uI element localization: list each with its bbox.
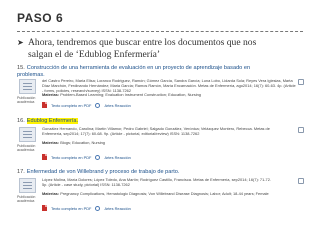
title-divider [17,31,303,32]
pdf-icon [42,154,47,160]
search-icon [95,205,101,211]
arrow-bullet-icon: ➤ [17,38,24,47]
slide-title: PASO 6 [17,11,64,25]
related-link[interactable]: Artes Reacción [104,155,130,160]
add-to-folder-icon[interactable] [298,79,304,85]
add-to-folder-icon[interactable] [298,178,304,184]
result-links: Texto completo en PDF Artes Reacción [42,205,131,211]
full-text-pdf-link[interactable]: Texto completo en PDF [51,206,91,211]
full-text-pdf-link[interactable]: Texto completo en PDF [51,155,91,160]
publication-thumbnail-icon [19,127,36,142]
publication-type-label: Publicación académica [17,195,36,204]
publication-type-label: Publicación académica [17,144,36,153]
result-links: Texto completo en PDF Artes Reacción [42,102,131,108]
pdf-icon [42,102,47,108]
result-details: González Hernando, Carolina; Martín Vill… [42,126,270,146]
publication-type-label: Publicación académica [17,96,36,105]
bullet-line-1: Ahora, tendremos que buscar entre los do… [28,37,257,48]
full-text-pdf-link[interactable]: Texto completo en PDF [51,103,91,108]
publication-thumbnail-icon [19,79,36,94]
add-to-folder-icon[interactable] [298,127,304,133]
result-title[interactable]: 15. Construcción de una herramienta de ev… [17,65,299,78]
bullet-line-2: salgan el de ‘Edublog Enfermería’ [28,49,161,60]
result-title[interactable]: 17. Enfermedad de von Willebrand y proces… [17,169,299,176]
result-details: López Molina, María Dolores; López Toled… [42,177,271,197]
search-icon [95,154,101,160]
pdf-icon [42,205,47,211]
result-links: Texto completo en PDF Artes Reacción [42,154,131,160]
result-title[interactable]: 16. Edublog Enfermería. [17,118,299,125]
search-results-screenshot: 15. Construcción de una herramienta de ev… [17,65,307,233]
search-icon [95,102,101,108]
publication-thumbnail-icon [19,178,36,193]
related-link[interactable]: Artes Reacción [104,103,130,108]
result-details: del Castro Pereiro, Maria Elisa; Loranco… [42,78,296,98]
bullet-text: ➤ Ahora, tendremos que buscar entre los d… [17,37,307,61]
related-link[interactable]: Artes Reacción [104,206,130,211]
